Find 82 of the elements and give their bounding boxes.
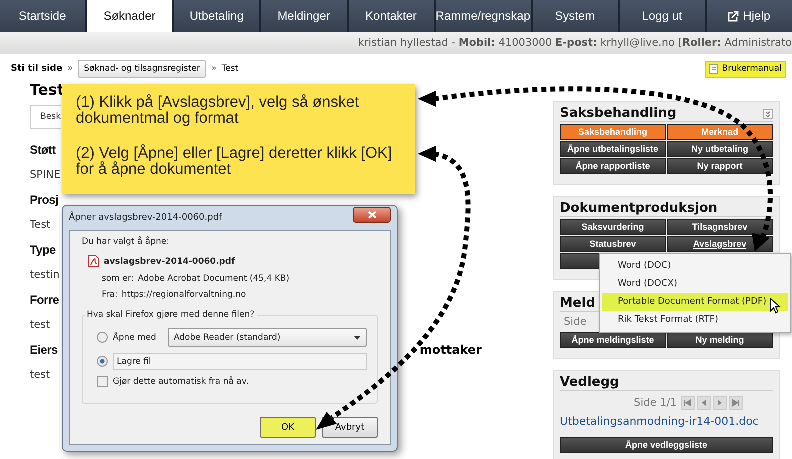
last-page-icon[interactable] bbox=[729, 396, 743, 410]
instruction-step: (2) Velg [Åpne] eller [Lagre] deretter klikk [OK] for å åpne dokumentet bbox=[76, 146, 401, 178]
action-button[interactable]: Statusbrev bbox=[560, 236, 666, 252]
panel-title: Vedlegg bbox=[560, 375, 620, 390]
section-heading: mottaker bbox=[420, 342, 482, 356]
section-heading: Eiers bbox=[30, 342, 58, 356]
detail-label: som er: bbox=[102, 274, 134, 284]
nav-tab[interactable]: Logg ut bbox=[620, 0, 705, 32]
page-title: Test bbox=[30, 81, 65, 101]
next-page-icon[interactable] bbox=[713, 396, 727, 410]
section-value: test bbox=[30, 318, 50, 332]
breadcrumb-label: Sti til side bbox=[11, 64, 63, 74]
group-legend: Hva skal Firefox gjøre med denne filen? bbox=[85, 310, 257, 320]
breadcrumb-button[interactable]: Søknad- og tilsagnsregister bbox=[78, 60, 206, 78]
radio-button[interactable] bbox=[97, 356, 108, 367]
nav-tab[interactable]: Søknader bbox=[87, 0, 172, 32]
page-indicator: Side 1/1 bbox=[634, 397, 677, 409]
previous-page-icon[interactable] bbox=[697, 396, 711, 410]
action-button[interactable]: Åpne utbetalingsliste bbox=[560, 141, 666, 157]
action-button[interactable]: Åpne rapportliste bbox=[560, 158, 666, 174]
caret-icon bbox=[354, 336, 361, 340]
first-page-icon[interactable] bbox=[681, 396, 695, 410]
app-select[interactable]: Adobe Reader (standard) bbox=[168, 328, 367, 347]
save-option[interactable]: Lagre fil bbox=[113, 353, 367, 370]
manual-button[interactable]: Brukermanual bbox=[705, 60, 786, 78]
panel-title: Dokumentproduksjon bbox=[560, 201, 718, 216]
menu-item[interactable]: Word (DOCX) bbox=[602, 275, 788, 293]
option-label: Åpne med bbox=[113, 332, 158, 342]
collapse-icon[interactable] bbox=[763, 108, 773, 118]
action-button[interactable]: Saksvurdering bbox=[560, 219, 666, 235]
checkbox-label: Gjør dette automatisk fra nå av. bbox=[113, 376, 249, 386]
action-button[interactable]: Ny utbetaling bbox=[667, 141, 773, 157]
section-heading: Forre bbox=[30, 292, 60, 306]
action-button[interactable]: Åpne vedleggsliste bbox=[560, 437, 773, 453]
breadcrumb-separator: » bbox=[211, 64, 217, 74]
action-button[interactable]: Tilsagnsbrev bbox=[667, 219, 773, 235]
checkbox[interactable] bbox=[97, 376, 108, 387]
nav-tab[interactable]: System bbox=[532, 0, 618, 32]
dialog-text: Du har valgt å åpne: bbox=[82, 237, 170, 247]
section-heading: Type bbox=[30, 242, 56, 256]
user-info: kristian hyllestad - Mobil: 41003000 E-post: krhyll@live.no [Roller: Administrato bbox=[358, 37, 792, 49]
section-value: SPINE bbox=[30, 168, 61, 182]
nav-tab[interactable]: Startside bbox=[0, 0, 86, 32]
page-indicator: Side bbox=[563, 315, 588, 330]
dialog-button[interactable]: OK bbox=[260, 417, 316, 438]
note-icon bbox=[709, 64, 720, 74]
nav-tab[interactable]: Meldinger bbox=[261, 0, 347, 32]
breadcrumb-separator: » bbox=[68, 64, 74, 74]
file-name: avslagsbrev-2014-0060.pdf bbox=[104, 256, 236, 266]
breadcrumb-current: Test bbox=[222, 64, 239, 74]
section-value: Test bbox=[30, 218, 51, 232]
instruction-step: (1) Klikk på [Avslagsbrev], velg så ønsket dokumentmal og format bbox=[76, 95, 401, 128]
radio-button[interactable] bbox=[97, 332, 108, 343]
section-value: test bbox=[30, 368, 50, 382]
panel-title: Meld bbox=[560, 296, 596, 311]
menu-item[interactable]: Portable Document Format (PDF) bbox=[602, 293, 788, 311]
dialog-button[interactable]: Avbryt bbox=[322, 417, 378, 438]
section-tab[interactable]: Besk bbox=[30, 105, 61, 129]
cursor-icon bbox=[770, 298, 781, 314]
section-heading: Støtt bbox=[30, 142, 56, 156]
nav-tab[interactable]: Hjelp bbox=[706, 0, 792, 32]
panel-title: Saksbehandling bbox=[560, 106, 677, 121]
pdf-file-icon bbox=[88, 255, 100, 268]
detail-value: Adobe Acrobat Document (45,4 KB) bbox=[138, 274, 290, 284]
external-link-icon bbox=[728, 10, 740, 22]
close-button[interactable] bbox=[353, 207, 391, 223]
menu-item[interactable]: Word (DOC) bbox=[602, 257, 788, 275]
action-button[interactable]: Ny melding bbox=[667, 332, 773, 348]
action-button[interactable]: Avslagsbrev bbox=[667, 236, 773, 252]
nav-tab[interactable]: Utbetaling bbox=[174, 0, 260, 32]
close-icon bbox=[368, 211, 376, 219]
dialog-title: Åpner avslagsbrev-2014-0060.pdf bbox=[69, 213, 222, 223]
detail-value: https://regionalforvaltning.no bbox=[122, 290, 246, 300]
nav-tab[interactable]: Kontakter bbox=[348, 0, 434, 32]
action-button[interactable]: Ny rapport bbox=[667, 158, 773, 174]
attachment-link[interactable]: Utbetalingsanmodning-ir14-001.doc bbox=[560, 413, 773, 437]
action-button[interactable]: Åpne meldingsliste bbox=[560, 332, 666, 348]
section-value: testin bbox=[30, 268, 60, 282]
section-heading: Prosj bbox=[30, 192, 59, 206]
menu-item[interactable]: Rik Tekst Format (RTF) bbox=[602, 311, 788, 329]
detail-label: Fra: bbox=[102, 290, 118, 300]
nav-tab[interactable]: Ramme/regnskap bbox=[436, 0, 530, 32]
